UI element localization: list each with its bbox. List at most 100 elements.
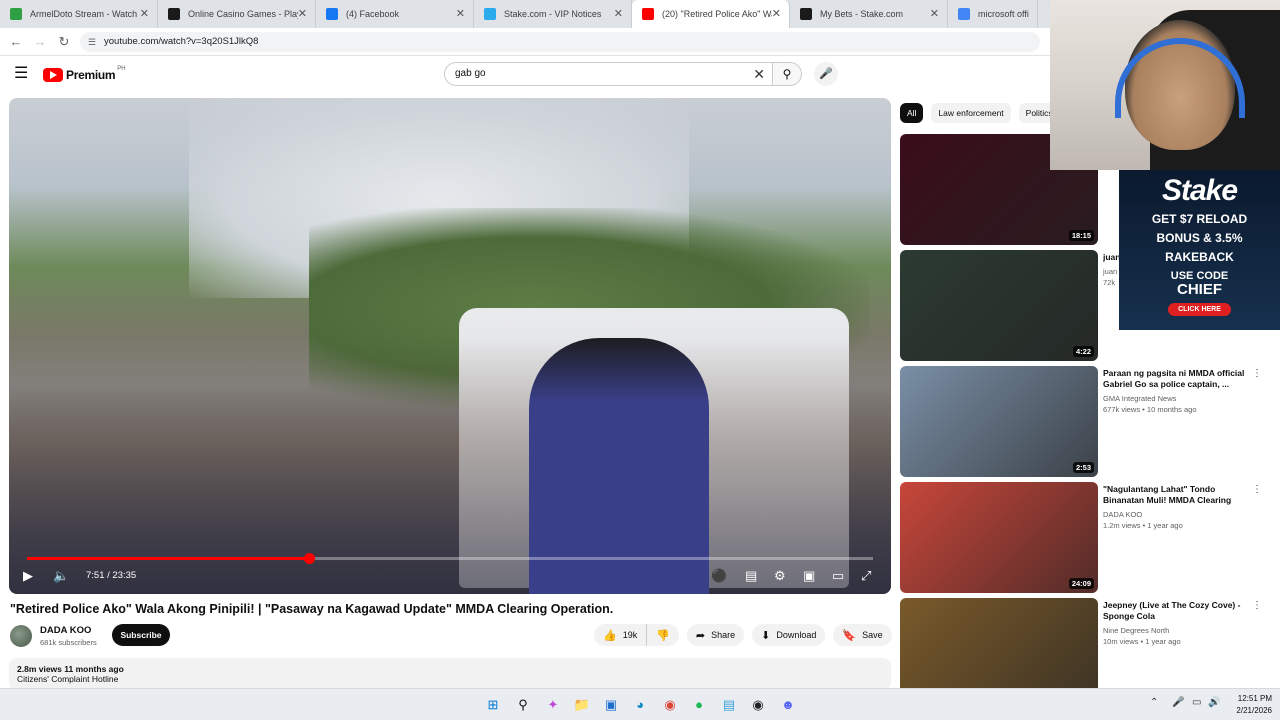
copilot-icon[interactable]: ✦ [544,696,562,714]
chrome-icon[interactable]: ◉ [661,696,679,714]
save-label: Save [862,630,883,640]
search-button[interactable]: ⚲ [772,62,802,86]
video-channel: DADA KOO [1103,510,1143,519]
edge-icon[interactable]: ◕ [631,696,649,714]
tray-mic-icon[interactable]: 🎤 [1172,697,1184,708]
close-tab-icon[interactable]: ✕ [298,7,307,20]
video-menu-icon[interactable]: ⋮ [1252,484,1262,495]
filter-chips: All Law enforcement Politics [900,103,1068,123]
video-info: Jeepney (Live at The Cozy Cove) - Sponge… [1103,600,1253,646]
system-clock[interactable]: 12:51 PM 2/21/2026 [1226,693,1272,717]
voice-search-icon[interactable]: 🎤 [814,62,838,86]
address-bar-row: ← → ↻ ☰ youtube.com/watch?v=3q20S1JlkQ8 [0,28,1050,56]
close-tab-icon[interactable]: ✕ [456,7,465,20]
browser-tab[interactable]: microsoft offic [948,0,1038,28]
tab-favicon-icon [326,8,338,20]
recommended-video[interactable]: 2:53 Paraan ng pagsita ni MMDA official G… [900,366,1270,478]
video-thumbnail[interactable]: 24:09 [900,482,1098,593]
video-duration: 24:09 [1068,578,1094,589]
search-input[interactable]: gab go ✕ [444,62,774,86]
start-icon[interactable]: ⊞ [484,696,502,714]
settings-icon[interactable]: ⚙ [774,568,786,584]
tab-title: (4) Facebook [346,9,400,19]
volume-icon[interactable]: 🔈 [53,568,69,584]
promo-offer-3: RAKEBACK [1165,250,1234,264]
close-tab-icon[interactable]: ✕ [772,7,781,20]
tray-overflow-icon[interactable]: ⌃ [1150,697,1158,708]
filter-chip[interactable]: All [900,103,924,123]
forward-button[interactable]: → [28,34,52,49]
download-button[interactable]: ⬇ Download [752,624,826,646]
tab-title: Stake.com - VIP Notices [504,9,602,19]
video-menu-icon[interactable]: ⋮ [1252,368,1262,379]
miniplayer-icon[interactable]: ▣ [803,568,815,584]
video-meta: 677k views • 10 months ago [1103,405,1197,414]
description-text: Citizens' Complaint Hotline [17,674,119,684]
cast-icon[interactable]: ▭ [832,568,844,584]
close-tab-icon[interactable]: ✕ [614,7,623,20]
video-title-text: Paraan ng pagsita ni MMDA official Gabri… [1103,368,1245,389]
progress-scrubber[interactable] [303,553,315,564]
like-button[interactable]: 👍 19k [594,624,647,646]
save-button[interactable]: 🔖 Save [833,624,892,646]
url-field[interactable]: ☰ youtube.com/watch?v=3q20S1JlkQ8 [80,32,1040,52]
search-icon: ⚲ [782,67,792,81]
windows-taskbar: ⊞ ⚲ ✦ 📁 ▣ ◕ ◉ ● ▤ ◉ ☻ ⌃ 🎤 ▭ 🔊 12:51 PM 2… [0,688,1280,720]
browser-tab[interactable]: Online Casino Games - Play Fre✕ [158,0,316,28]
close-tab-icon[interactable]: ✕ [930,7,939,20]
browser-tab[interactable]: ArmelDoto Stream - Watch Liv ✕ [0,0,158,28]
youtube-logo[interactable]: Premium PH [43,66,126,82]
video-actions: 👍 19k 👎 ➦ Share ⬇ Download 🔖 Save ⋯ [594,624,922,646]
tab-favicon-icon [800,8,812,20]
channel-avatar[interactable] [10,625,32,647]
captions-icon[interactable]: ▤ [745,568,757,584]
hamburger-menu-icon[interactable]: ☰ [14,66,30,82]
notepad-icon[interactable]: ▤ [720,696,738,714]
browser-tab[interactable]: (4) Facebook ✕ [316,0,474,28]
tab-favicon-icon [484,8,496,20]
spotify-icon[interactable]: ● [690,696,708,714]
video-title-text: "Nagulantang Lahat" Tondo Binanatan Muli… [1103,484,1232,505]
store-icon[interactable]: ▣ [602,696,620,714]
play-icon[interactable]: ▶ [23,568,33,584]
tab-title: (20) "Retired Police Ako" Wala A [662,9,772,19]
promo-code: CHIEF [1177,281,1222,298]
subscribe-button[interactable]: Subscribe [112,624,170,646]
reload-button[interactable]: ↻ [52,34,76,50]
tray-display-icon[interactable]: ▭ [1192,697,1201,708]
download-icon: ⬇ [761,629,771,642]
tray-volume-icon[interactable]: 🔊 [1208,697,1220,708]
browser-tab[interactable]: (20) "Retired Police Ako" Wala A✕ [632,0,790,28]
dislike-button[interactable]: 👎 [646,624,679,646]
video-player[interactable]: ▶ 🔈 7:51 / 23:35 ⚫ ▤ ⚙ ▣ ▭ ⤢ [9,98,891,594]
promo-cta: CLICK HERE [1168,303,1231,316]
tab-title: microsoft offic [978,9,1029,19]
discord-icon[interactable]: ☻ [779,696,797,714]
video-thumbnail[interactable]: 4:22 [900,250,1098,361]
clear-search-icon[interactable]: ✕ [753,63,765,85]
video-thumbnail[interactable]: 2:53 [900,366,1098,477]
browser-tab[interactable]: Stake.com - VIP Notices ✕ [474,0,632,28]
obs-icon[interactable]: ◉ [749,696,767,714]
taskbar-search-icon[interactable]: ⚲ [514,696,532,714]
region-code: PH [117,66,126,72]
site-info-icon[interactable]: ☰ [88,32,96,52]
promo-offer-1: GET $7 RELOAD [1151,212,1248,226]
close-tab-icon[interactable]: ✕ [140,7,149,20]
autoplay-toggle-icon[interactable]: ⚫ [711,568,727,584]
channel-name[interactable]: DADA KOO [40,625,91,636]
share-icon: ➦ [695,629,706,642]
back-button[interactable]: ← [4,34,28,49]
description-box[interactable]: 2.8m views 11 months ago Citizens' Compl… [9,658,891,690]
tab-title: My Bets - Stake.com [820,9,904,19]
share-button[interactable]: ➦ Share [686,624,745,646]
recommended-video[interactable]: 24:09 "Nagulantang Lahat" Tondo Binanatan… [900,482,1270,594]
filter-chip[interactable]: Law enforcement [931,103,1011,123]
video-menu-icon[interactable]: ⋮ [1252,600,1262,611]
browser-tab[interactable]: My Bets - Stake.com ✕ [790,0,948,28]
download-label: Download [776,630,817,640]
progress-bar[interactable] [27,553,873,564]
file-explorer-icon[interactable]: 📁 [573,696,591,714]
fullscreen-icon[interactable]: ⤢ [861,568,871,584]
video-frame-officer [529,338,709,594]
